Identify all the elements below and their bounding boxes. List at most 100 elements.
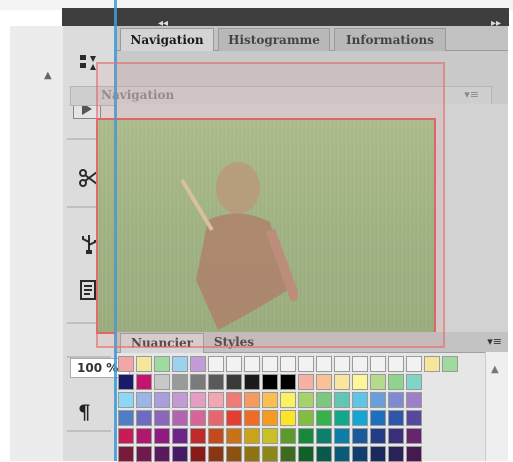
panel-menu-icon[interactable]: ▾≡ [464,88,479,101]
color-swatch[interactable] [406,410,422,426]
color-swatch[interactable] [226,392,242,408]
color-swatch[interactable] [118,410,134,426]
color-swatch[interactable] [172,356,188,372]
color-swatch[interactable] [190,428,206,444]
color-swatch[interactable] [352,428,368,444]
color-swatch[interactable] [208,446,224,462]
color-swatch[interactable] [244,446,260,462]
navigation-preview-image[interactable] [96,118,436,334]
color-swatch[interactable] [442,356,458,372]
scroll-up-icon[interactable]: ▲ [491,364,499,375]
color-swatch[interactable] [244,428,260,444]
scroll-up-icon[interactable]: ▲ [44,70,58,82]
color-swatch[interactable] [298,428,314,444]
color-swatch[interactable] [244,356,260,372]
color-swatch[interactable] [280,446,296,462]
color-swatch[interactable] [298,392,314,408]
color-swatch[interactable] [190,356,206,372]
tab-histogramme[interactable]: Histogramme [218,28,330,51]
color-swatch[interactable] [190,392,206,408]
color-swatch[interactable] [406,446,422,462]
color-swatch[interactable] [244,392,260,408]
paragraph-icon[interactable]: ¶ [78,400,102,424]
color-swatch[interactable] [316,446,332,462]
color-swatch[interactable] [154,428,170,444]
color-swatch[interactable] [226,446,242,462]
color-swatch[interactable] [136,428,152,444]
color-swatch[interactable] [118,446,134,462]
color-swatch[interactable] [262,392,278,408]
color-swatch[interactable] [118,428,134,444]
color-swatch[interactable] [388,374,404,390]
color-swatch[interactable] [208,356,224,372]
tab-nuancier[interactable]: Nuancier [120,333,204,353]
color-swatch[interactable] [280,428,296,444]
color-swatch[interactable] [370,428,386,444]
color-swatch[interactable] [262,428,278,444]
color-swatch[interactable] [226,356,242,372]
color-swatch[interactable] [370,392,386,408]
color-swatch[interactable] [136,374,152,390]
color-swatch[interactable] [334,446,350,462]
color-swatch[interactable] [280,392,296,408]
color-swatch[interactable] [298,410,314,426]
color-swatch[interactable] [226,374,242,390]
color-swatch[interactable] [190,374,206,390]
color-swatch[interactable] [136,446,152,462]
color-swatch[interactable] [370,410,386,426]
color-swatch[interactable] [280,374,296,390]
color-swatch[interactable] [172,392,188,408]
color-swatch[interactable] [244,410,260,426]
color-swatch[interactable] [316,428,332,444]
color-swatch[interactable] [298,374,314,390]
color-swatch[interactable] [226,428,242,444]
color-swatch[interactable] [154,410,170,426]
color-swatch[interactable] [280,356,296,372]
color-swatch[interactable] [154,446,170,462]
color-swatch[interactable] [316,392,332,408]
color-swatch[interactable] [118,356,134,372]
color-swatch[interactable] [154,392,170,408]
color-swatch[interactable] [352,374,368,390]
color-swatch[interactable] [406,374,422,390]
swatches-scrollbar[interactable]: ▲ [485,352,508,461]
tab-styles[interactable]: Styles [206,333,262,352]
color-swatch[interactable] [172,446,188,462]
color-swatch[interactable] [406,392,422,408]
color-swatch[interactable] [388,356,404,372]
color-swatch[interactable] [172,374,188,390]
color-swatch[interactable] [352,446,368,462]
color-swatch[interactable] [190,410,206,426]
color-swatch[interactable] [208,392,224,408]
tool-icon[interactable] [77,52,101,76]
color-swatch[interactable] [298,446,314,462]
color-swatch[interactable] [370,446,386,462]
swatches-menu-icon[interactable]: ▾≡ [487,335,502,348]
color-swatch[interactable] [280,410,296,426]
color-swatch[interactable] [352,392,368,408]
color-swatch[interactable] [388,428,404,444]
tab-navigation[interactable]: Navigation [120,28,214,51]
color-swatch[interactable] [172,410,188,426]
color-swatch[interactable] [226,410,242,426]
color-swatch[interactable] [262,374,278,390]
color-swatch[interactable] [388,410,404,426]
color-swatch[interactable] [388,392,404,408]
color-swatch[interactable] [316,374,332,390]
color-swatch[interactable] [316,356,332,372]
color-swatch[interactable] [334,428,350,444]
color-swatch[interactable] [352,410,368,426]
color-swatch[interactable] [352,356,368,372]
color-swatch[interactable] [298,356,314,372]
color-swatch[interactable] [208,374,224,390]
color-swatch[interactable] [262,410,278,426]
color-swatch[interactable] [118,392,134,408]
color-swatch[interactable] [334,392,350,408]
color-swatch[interactable] [154,356,170,372]
color-swatch[interactable] [136,410,152,426]
color-swatch[interactable] [262,356,278,372]
color-swatch[interactable] [424,356,440,372]
color-swatch[interactable] [406,356,422,372]
color-swatch[interactable] [406,428,422,444]
color-swatch[interactable] [208,410,224,426]
